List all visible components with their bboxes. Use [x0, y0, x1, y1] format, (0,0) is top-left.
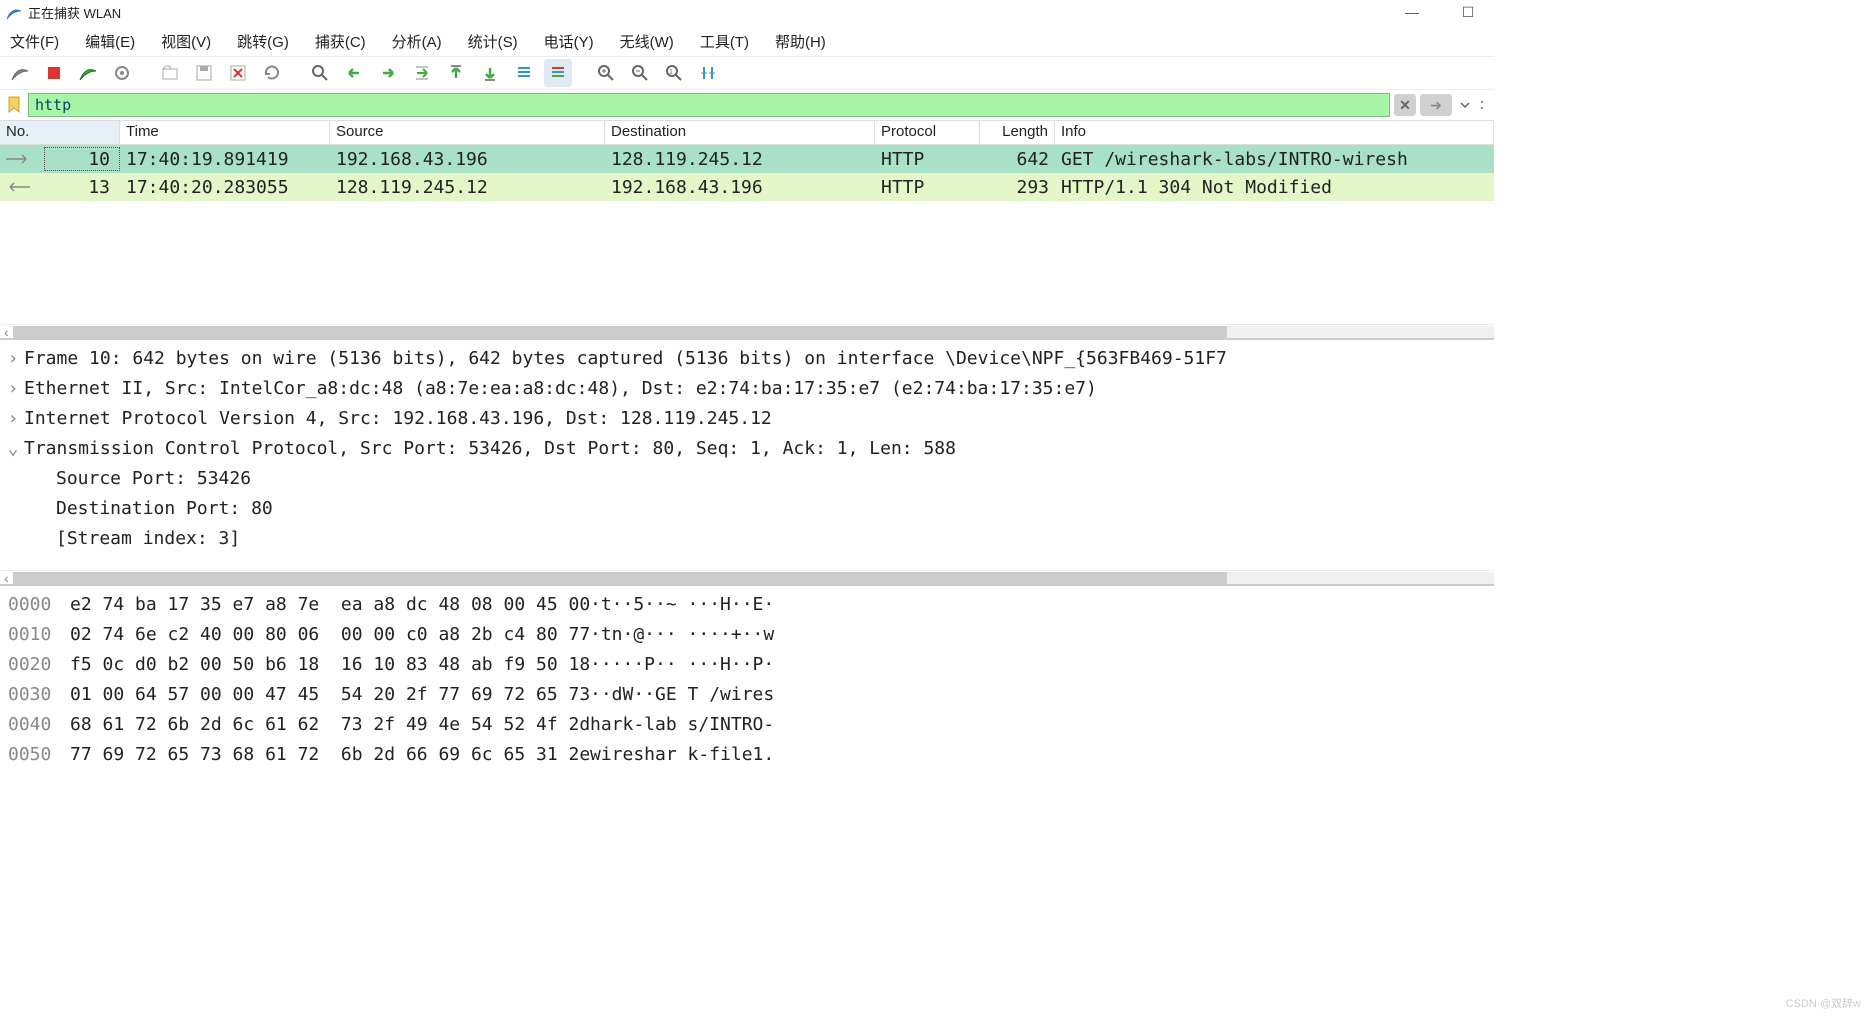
main-toolbar: 1	[0, 56, 1494, 90]
zoom-out-button[interactable]	[626, 59, 654, 87]
packet-list-pane: No. Time Source Destination Protocol Len…	[0, 120, 1494, 324]
go-to-packet-button[interactable]	[408, 59, 436, 87]
tree-item-ethernet[interactable]: ›Ethernet II, Src: IntelCor_a8:dc:48 (a8…	[2, 374, 1492, 404]
find-button[interactable]	[306, 59, 334, 87]
byte-row[interactable]: 001002 74 6e c2 40 00 80 06 00 00 c0 a8 …	[8, 620, 1486, 650]
direction-in-icon	[4, 173, 40, 201]
expand-icon[interactable]: ›	[2, 374, 24, 404]
column-header-source[interactable]: Source	[330, 121, 605, 144]
app-icon	[6, 5, 22, 21]
tree-item-ip[interactable]: ›Internet Protocol Version 4, Src: 192.1…	[2, 404, 1492, 434]
menu-capture[interactable]: 捕获(C)	[313, 29, 368, 54]
menu-tools[interactable]: 工具(T)	[698, 29, 751, 54]
tree-item-tcp-stream[interactable]: [Stream index: 3]	[2, 524, 1492, 554]
menu-help[interactable]: 帮助(H)	[773, 29, 828, 54]
auto-scroll-button[interactable]	[510, 59, 538, 87]
tree-item-tcp-dst-port[interactable]: Destination Port: 80	[2, 494, 1492, 524]
reload-button[interactable]	[258, 59, 286, 87]
cell-destination: 128.119.245.12	[605, 147, 875, 172]
window-controls: — ☐	[1400, 4, 1488, 21]
go-first-button[interactable]	[442, 59, 470, 87]
window-title: 正在捕获 WLAN	[28, 3, 121, 22]
menu-view[interactable]: 视图(V)	[159, 29, 213, 54]
filter-add-button[interactable]	[1478, 94, 1490, 116]
menu-statistics[interactable]: 统计(S)	[466, 29, 520, 54]
tree-item-tcp-src-port[interactable]: Source Port: 53426	[2, 464, 1492, 494]
byte-row[interactable]: 0000e2 74 ba 17 35 e7 a8 7e ea a8 dc 48 …	[8, 590, 1486, 620]
cell-source: 128.119.245.12	[330, 175, 605, 200]
display-filter-input[interactable]	[28, 93, 1390, 117]
zoom-reset-button[interactable]: 1	[660, 59, 688, 87]
tree-item-frame[interactable]: ›Frame 10: 642 bytes on wire (5136 bits)…	[2, 344, 1492, 374]
column-header-no[interactable]: No.	[0, 121, 120, 144]
packet-row[interactable]: 13 17:40:20.283055 128.119.245.12 192.16…	[0, 173, 1494, 201]
filter-clear-button[interactable]: ✕	[1394, 94, 1416, 116]
open-file-button[interactable]	[156, 59, 184, 87]
close-file-button[interactable]	[224, 59, 252, 87]
packet-bytes-pane: 0000e2 74 ba 17 35 e7 a8 7e ea a8 dc 48 …	[0, 584, 1494, 772]
bookmark-icon[interactable]	[4, 93, 24, 117]
menu-analyze[interactable]: 分析(A)	[390, 29, 444, 54]
cell-length: 642	[980, 147, 1055, 172]
packet-details-pane: ›Frame 10: 642 bytes on wire (5136 bits)…	[0, 338, 1494, 570]
byte-row[interactable]: 004068 61 72 6b 2d 6c 61 62 73 2f 49 4e …	[8, 710, 1486, 740]
byte-row[interactable]: 003001 00 64 57 00 00 47 45 54 20 2f 77 …	[8, 680, 1486, 710]
minimize-button[interactable]: —	[1400, 4, 1424, 21]
tree-item-tcp[interactable]: ⌄Transmission Control Protocol, Src Port…	[2, 434, 1492, 464]
watermark: CSDN @双辞w	[1786, 995, 1861, 1011]
filter-apply-button[interactable]: ➔	[1420, 94, 1452, 116]
cell-protocol: HTTP	[875, 147, 980, 172]
go-last-button[interactable]	[476, 59, 504, 87]
column-header-time[interactable]: Time	[120, 121, 330, 144]
restart-capture-button[interactable]	[74, 59, 102, 87]
byte-row[interactable]: 0020f5 0c d0 b2 00 50 b6 18 16 10 83 48 …	[8, 650, 1486, 680]
start-capture-button[interactable]	[6, 59, 34, 87]
scroll-left-icon[interactable]: ‹	[0, 324, 13, 340]
direction-out-icon	[4, 145, 40, 173]
cell-time: 17:40:20.283055	[120, 175, 330, 200]
menu-go[interactable]: 跳转(G)	[235, 29, 291, 54]
cell-info: GET /wireshark-labs/INTRO-wiresh	[1055, 147, 1494, 172]
packet-list-hscroll[interactable]: ‹	[0, 324, 1494, 338]
zoom-in-button[interactable]	[592, 59, 620, 87]
scroll-left-icon[interactable]: ‹	[0, 570, 13, 586]
save-file-button[interactable]	[190, 59, 218, 87]
cell-source: 192.168.43.196	[330, 147, 605, 172]
capture-options-button[interactable]	[108, 59, 136, 87]
colorize-button[interactable]	[544, 59, 572, 87]
menu-edit[interactable]: 编辑(E)	[83, 29, 137, 54]
expand-icon[interactable]: ›	[2, 344, 24, 374]
packet-row[interactable]: 10 17:40:19.891419 192.168.43.196 128.11…	[0, 145, 1494, 173]
title-bar: 正在捕获 WLAN — ☐	[0, 0, 1494, 26]
stop-capture-button[interactable]	[40, 59, 68, 87]
cell-protocol: HTTP	[875, 175, 980, 200]
go-forward-button[interactable]	[374, 59, 402, 87]
menu-wireless[interactable]: 无线(W)	[618, 29, 676, 54]
cell-destination: 192.168.43.196	[605, 175, 875, 200]
svg-text:1: 1	[669, 69, 673, 76]
column-header-info[interactable]: Info	[1055, 121, 1494, 144]
packet-list-header: No. Time Source Destination Protocol Len…	[0, 121, 1494, 145]
column-header-protocol[interactable]: Protocol	[875, 121, 980, 144]
menu-bar: 文件(F) 编辑(E) 视图(V) 跳转(G) 捕获(C) 分析(A) 统计(S…	[0, 26, 1494, 56]
cell-info: HTTP/1.1 304 Not Modified	[1055, 175, 1494, 200]
display-filter-bar: ✕ ➔	[0, 90, 1494, 120]
collapse-icon[interactable]: ⌄	[2, 434, 24, 464]
column-header-length[interactable]: Length	[980, 121, 1055, 144]
go-back-button[interactable]	[340, 59, 368, 87]
menu-telephony[interactable]: 电话(Y)	[542, 29, 596, 54]
resize-columns-button[interactable]	[694, 59, 722, 87]
cell-time: 17:40:19.891419	[120, 147, 330, 172]
expand-icon[interactable]: ›	[2, 404, 24, 434]
cell-length: 293	[980, 175, 1055, 200]
column-header-destination[interactable]: Destination	[605, 121, 875, 144]
maximize-button[interactable]: ☐	[1456, 4, 1480, 21]
menu-file[interactable]: 文件(F)	[8, 29, 61, 54]
filter-history-dropdown[interactable]	[1456, 94, 1474, 116]
details-hscroll[interactable]: ‹	[0, 570, 1494, 584]
byte-row[interactable]: 005077 69 72 65 73 68 61 72 6b 2d 66 69 …	[8, 740, 1486, 770]
